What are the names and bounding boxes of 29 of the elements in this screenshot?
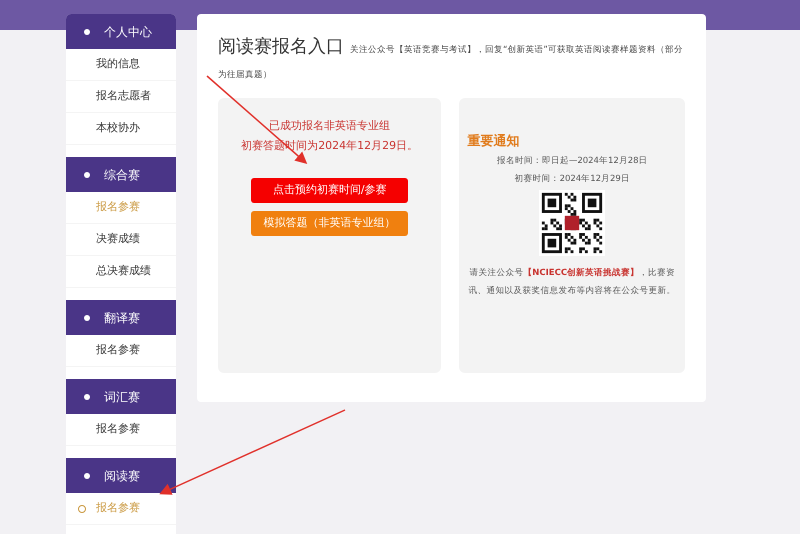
section-header[interactable]: 翻译赛 [66, 300, 176, 335]
section-title: 综合赛 [104, 166, 140, 184]
bullet-icon [84, 394, 90, 400]
notice-text: 初赛时间：2024年12月29日 [514, 172, 630, 186]
sidebar-item[interactable]: 报名参赛 [96, 421, 140, 438]
section-header[interactable]: 阅读赛 [66, 458, 176, 493]
section-title: 翻译赛 [104, 310, 140, 326]
status-text: 已成功报名非英语专业组 [269, 118, 390, 134]
notice-footer: 请关注公众号【NCIECC创新英语挑战赛】，比赛资讯、通知以及获奖信息发布等内容将在公众号更新。 [467, 264, 677, 300]
sidebar-item[interactable]: 报名志愿者 [96, 88, 151, 105]
sidebar-item[interactable]: 我的信息 [96, 56, 140, 73]
bullet-icon [84, 172, 90, 178]
section-title: 个人中心 [104, 24, 152, 40]
notice-title: 重要通知 [467, 132, 520, 151]
action-button[interactable]: 点击预约初赛时间/参赛 [251, 178, 408, 203]
section-header[interactable]: 综合赛 [66, 157, 176, 192]
sidebar-item[interactable]: 报名参赛 [96, 342, 140, 359]
sidebar-item[interactable]: 决赛成绩 [96, 231, 140, 248]
section-title: 阅读赛 [104, 468, 140, 484]
bullet-icon [84, 314, 90, 320]
sidebar-item[interactable]: 总决赛成绩 [96, 263, 151, 280]
section-title: 词汇赛 [104, 388, 140, 406]
sidebar-item[interactable]: 本校协办 [96, 120, 140, 137]
section-header[interactable]: 词汇赛 [66, 379, 176, 414]
section-header[interactable]: 个人中心 [66, 14, 176, 49]
notice-text: 报名时间：即日起—2024年12月28日 [496, 154, 648, 168]
bullet-icon [84, 472, 90, 478]
panel-heading: 阅读赛报名入口 关注公众号【英语竞赛与考试】，回复“创新英语”可获取英语阅读赛样题资料（部分为往届真题） [218, 36, 684, 82]
bullet-icon [84, 28, 90, 34]
